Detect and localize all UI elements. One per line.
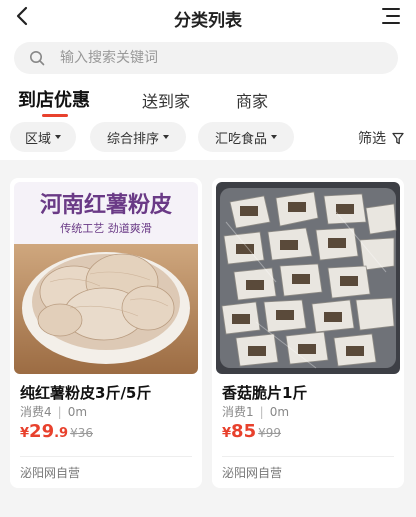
filter-chip-label: 综合排序 [106,131,159,147]
shop-name[interactable]: 泌阳网自营 [222,464,282,481]
menu-icon[interactable] [382,7,400,25]
tab-merchants[interactable]: 商家 [236,88,268,112]
funnel-icon [392,132,404,144]
meta-separator: | [57,405,62,419]
search-bar[interactable] [14,42,398,74]
product-name: 纯红薯粉皮3斤/5斤 [20,384,152,402]
product-card[interactable]: 河南红薯粉皮 传统工艺 劲道爽滑 纯红薯粉皮3斤/5斤 消费4 | 0m ¥29.9… [10,178,202,488]
caret-down-icon [271,135,277,139]
sold-count: 消费1 [222,405,254,419]
tab-delivery[interactable]: 送到家 [142,88,190,112]
distance: 0m [269,405,290,419]
filter-button[interactable]: 筛选 [358,128,404,148]
price-decimal: .9 [54,426,69,441]
page-title: 分类列表 [174,11,242,31]
original-price: ¥36 [70,426,93,440]
filter-chip-area[interactable]: 区域 [10,122,76,152]
caret-down-icon [163,135,169,139]
price-integer: 85 [231,421,257,442]
currency-symbol: ¥ [222,426,232,441]
price: ¥85 ¥99 [222,421,281,442]
divider [20,456,192,457]
sold-count: 消费4 [20,405,52,419]
search-input[interactable] [60,42,380,74]
price: ¥29.9 ¥36 [20,421,93,442]
filter-label: 筛选 [358,131,386,147]
filter-chip-sort[interactable]: 综合排序 [90,122,186,152]
search-icon [30,51,45,66]
product-card[interactable]: 香菇脆片1斤 消费1 | 0m ¥85 ¥99 泌阳网自营 [212,178,404,488]
divider [222,456,394,457]
product-image[interactable] [216,182,400,374]
product-image[interactable]: 河南红薯粉皮 传统工艺 劲道爽滑 [14,182,198,374]
price-integer: 29 [29,421,55,442]
active-tab-indicator [42,114,68,117]
meta-separator: | [259,405,264,419]
nav-bar: 分类列表 [0,0,416,34]
product-meta: 消费1 | 0m [222,403,289,420]
product-meta: 消费4 | 0m [20,403,87,420]
image-subtitle-text: 传统工艺 劲道爽滑 [60,221,152,235]
currency-symbol: ¥ [20,426,30,441]
tab-in-store[interactable]: 到店优惠 [18,86,90,112]
caret-down-icon [55,135,61,139]
header-area: 分类列表 到店优惠 送到家 商家 区域 综合排序 汇吃食品 筛选 [0,0,416,160]
filter-chip-label: 汇吃食品 [214,131,267,147]
distance: 0m [67,405,88,419]
filter-chip-category[interactable]: 汇吃食品 [198,122,294,152]
product-name: 香菇脆片1斤 [222,384,308,402]
image-title-text: 河南红薯粉皮 [40,192,172,218]
shop-name[interactable]: 泌阳网自营 [20,464,80,481]
filter-chip-label: 区域 [24,131,51,147]
original-price: ¥99 [258,426,282,440]
